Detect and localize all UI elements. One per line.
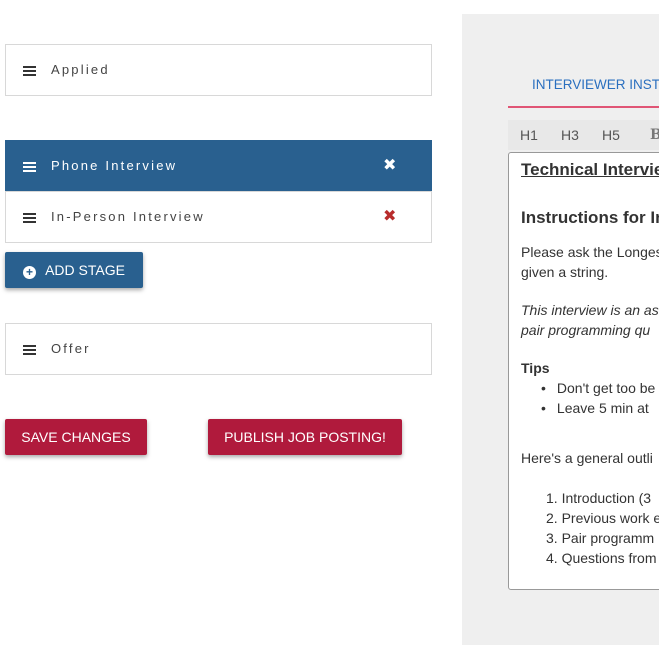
plus-circle-icon: + [23, 266, 37, 279]
add-stage-label: ADD STAGE [45, 262, 125, 278]
paragraph-line: given a string. [521, 264, 609, 280]
drag-handle-icon[interactable] [23, 162, 36, 172]
italic-line: This interview is an as [521, 302, 659, 318]
pipeline-stages-panel: Applied Phone Interview ✖ In-Person Inte… [0, 0, 460, 645]
instructions-editor[interactable]: Technical Intervie Instructions for In P… [508, 152, 659, 590]
editor-paragraph: Please ask the Longes given a string. [521, 242, 659, 282]
italic-line: pair programming qu [521, 322, 651, 338]
list-item: 4. Questions from [546, 550, 657, 566]
remove-stage-icon[interactable]: ✖ [383, 192, 396, 240]
outline-intro: Here's a general outli [521, 450, 653, 466]
h5-button[interactable]: H5 [602, 120, 620, 150]
list-item: Don't get too be [541, 378, 659, 398]
editor-heading: Instructions for In [521, 208, 659, 227]
stage-label: In-Person Interview [51, 209, 205, 224]
save-changes-button[interactable]: SAVE CHANGES [5, 419, 147, 455]
stage-phone-interview[interactable]: Phone Interview ✖ [5, 140, 432, 191]
stage-label: Offer [51, 341, 91, 356]
stage-label: Applied [51, 62, 110, 77]
outline-list: 1. Introduction (3 2. Previous work e 3.… [546, 488, 659, 568]
list-item: 3. Pair programm [546, 530, 655, 546]
list-item: 2. Previous work e [546, 510, 659, 526]
stage-in-person-interview[interactable]: In-Person Interview ✖ [5, 191, 432, 243]
interviewer-instructions-panel: INTERVIEWER INSTR H1 H3 H5 B Technical I… [462, 14, 659, 645]
bold-button[interactable]: B [650, 120, 659, 150]
stage-offer[interactable]: Offer [5, 323, 432, 375]
drag-handle-icon[interactable] [23, 345, 36, 355]
tips-list: Don't get too be Leave 5 min at [541, 378, 659, 418]
h3-button[interactable]: H3 [561, 120, 579, 150]
add-stage-button[interactable]: + ADD STAGE [5, 252, 143, 288]
tips-label: Tips [521, 360, 550, 376]
list-item: 1. Introduction (3 [546, 490, 652, 506]
editor-toolbar: H1 H3 H5 B [508, 120, 659, 150]
tab-interviewer-instructions[interactable]: INTERVIEWER INSTR [508, 74, 659, 108]
stage-applied[interactable]: Applied [5, 44, 432, 96]
drag-handle-icon[interactable] [23, 213, 36, 223]
h1-button[interactable]: H1 [520, 120, 538, 150]
stage-label: Phone Interview [51, 158, 178, 173]
list-item: Leave 5 min at [541, 398, 659, 418]
editor-title: Technical Intervie [521, 160, 659, 179]
publish-job-posting-button[interactable]: PUBLISH JOB POSTING! [208, 419, 402, 455]
remove-stage-icon[interactable]: ✖ [383, 141, 396, 189]
paragraph-line: Please ask the Longes [521, 244, 659, 260]
drag-handle-icon[interactable] [23, 66, 36, 76]
editor-italic-note: This interview is an as pair programming… [521, 300, 659, 340]
